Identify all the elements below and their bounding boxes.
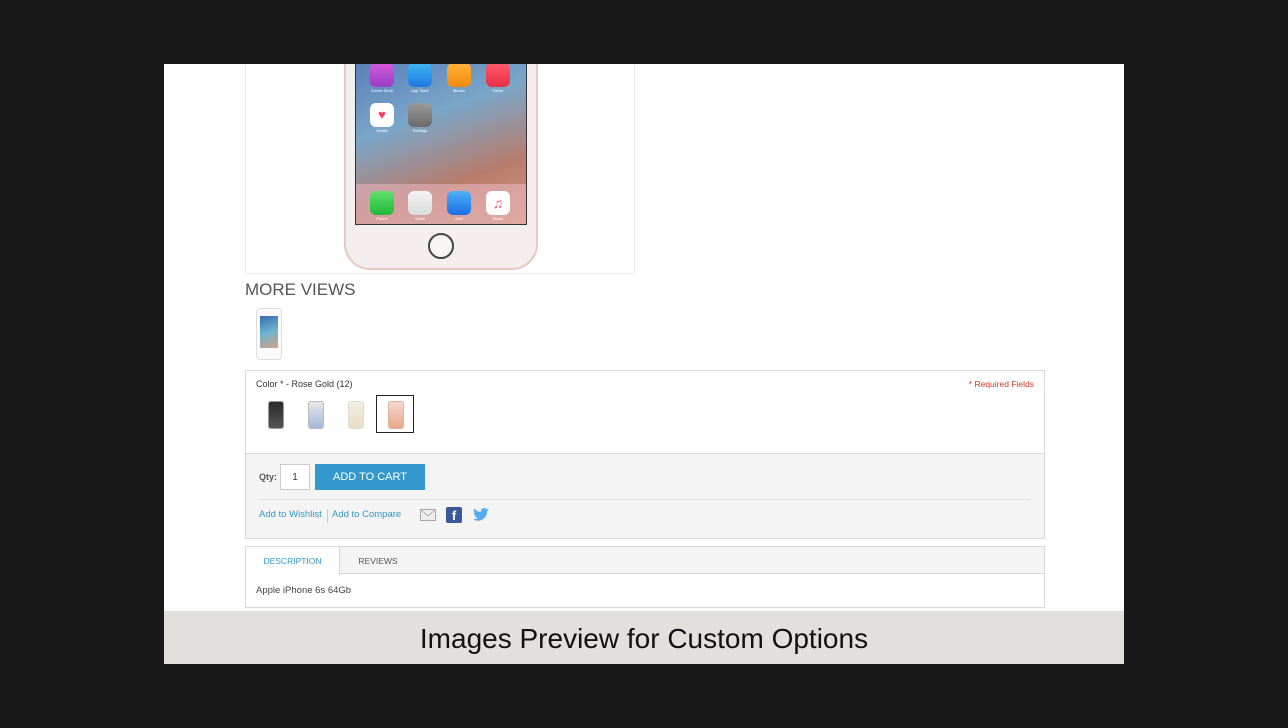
add-to-compare-link[interactable]: Add to Compare — [332, 509, 401, 520]
required-fields-note: * Required Fields — [968, 379, 1034, 389]
news-icon — [486, 64, 510, 87]
app-label: Safari — [414, 216, 426, 221]
link-separator — [327, 509, 328, 523]
twitter-icon[interactable] — [473, 507, 489, 523]
app-label: iBooks — [452, 88, 465, 93]
swatch-silver[interactable] — [296, 395, 334, 433]
add-to-cart-box: Qty: ADD TO CART Add to Wishlist Add to … — [245, 453, 1045, 539]
caption-text: Images Preview for Custom Options — [419, 623, 869, 654]
facebook-icon[interactable]: f — [446, 507, 462, 523]
swatch-phone-image — [308, 401, 324, 429]
swatch-phone-image — [348, 401, 364, 429]
swatch-gold[interactable] — [336, 395, 374, 433]
color-option-label: Color * - Rose Gold (12) — [256, 379, 353, 389]
more-views-title: MORE VIEWS — [245, 280, 356, 299]
email-icon[interactable] — [420, 507, 436, 523]
health-icon: ♥ — [370, 103, 394, 127]
itunes-store-icon — [370, 64, 394, 87]
app-label: iTunes Store — [370, 88, 394, 93]
product-tabs: DESCRIPTION REVIEWS Apple iPhone 6s 64Gb — [245, 546, 1045, 608]
qty-label: Qty: — [259, 472, 277, 482]
app-label: News — [492, 88, 503, 93]
iphone-image: iTunes Store App Store iBooks News ♥ Hea… — [344, 64, 538, 270]
thumbnail-screen — [260, 316, 278, 348]
music-icon: ♫ — [486, 191, 510, 215]
app-label: Phone — [376, 216, 388, 221]
app-label: Music — [492, 216, 504, 221]
product-page: iTunes Store App Store iBooks News ♥ Hea… — [164, 64, 1124, 664]
custom-options-box: Color * - Rose Gold (12) * Required Fiel… — [245, 370, 1045, 454]
iphone-dock: Phone Safari Mail ♫ Music — [356, 184, 526, 224]
swatch-phone-image — [388, 401, 404, 429]
mail-icon — [447, 191, 471, 215]
swatch-space-gray[interactable] — [256, 395, 294, 433]
app-label: App Store — [411, 88, 429, 93]
swatch-phone-image — [268, 401, 284, 429]
app-label: Health — [376, 128, 388, 133]
tab-description[interactable]: DESCRIPTION — [246, 547, 340, 575]
main-product-image[interactable]: iTunes Store App Store iBooks News ♥ Hea… — [245, 64, 635, 274]
phone-app-icon — [370, 191, 394, 215]
tab-reviews[interactable]: REVIEWS — [340, 547, 416, 575]
qty-input[interactable] — [280, 464, 310, 490]
description-text: Apple iPhone 6s 64Gb — [256, 585, 352, 596]
home-button — [428, 233, 454, 259]
more-views-thumbnail[interactable] — [256, 308, 282, 360]
add-to-cart-button[interactable]: ADD TO CART — [315, 464, 425, 490]
swatch-rose-gold[interactable] — [376, 395, 414, 433]
ibooks-icon — [447, 64, 471, 87]
iphone-screen: iTunes Store App Store iBooks News ♥ Hea… — [355, 64, 527, 225]
add-to-wishlist-link[interactable]: Add to Wishlist — [259, 509, 322, 520]
settings-icon — [408, 103, 432, 127]
app-label: Settings — [412, 128, 428, 133]
app-label: Mail — [455, 216, 463, 221]
app-store-icon — [408, 64, 432, 87]
safari-icon — [408, 191, 432, 215]
caption-bar: Images Preview for Custom Options — [164, 611, 1124, 664]
divider — [259, 499, 1031, 500]
